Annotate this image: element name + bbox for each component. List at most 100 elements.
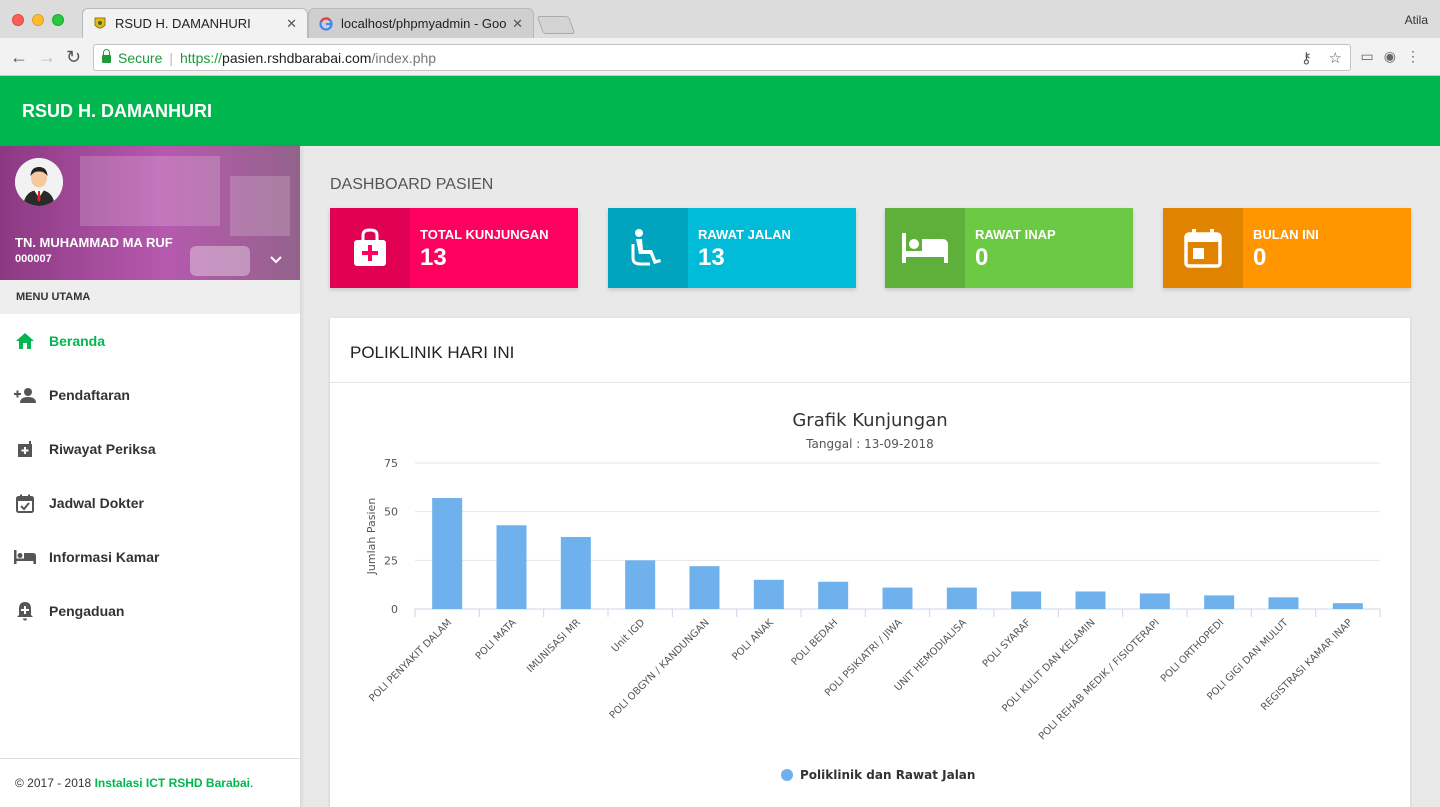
tab-close-icon[interactable]: ✕	[286, 16, 297, 32]
info-box-label: BULAN INI	[1253, 227, 1319, 242]
chart-bar	[432, 498, 463, 609]
info-box-value: 13	[698, 244, 725, 271]
hospital-favicon-icon	[93, 17, 107, 31]
person-add-icon	[14, 384, 36, 406]
sidebar-footer: © 2017 - 2018 Instalasi ICT RSHD Barabai…	[0, 758, 300, 807]
wheelchair-icon	[608, 208, 688, 288]
app-header: RSUD H. DAMANHURI	[0, 76, 1440, 146]
sidebar-item-informasi-kamar[interactable]: Informasi Kamar	[0, 530, 300, 584]
tab-title: RSUD H. DAMANHURI	[115, 16, 251, 31]
info-box-value: 13	[420, 244, 447, 271]
info-box-rawat-jalan[interactable]: RAWAT JALAN 13	[608, 208, 856, 288]
chart-bar	[1139, 593, 1170, 609]
x-tick-label: POLI PENYAKIT DALAM	[367, 617, 454, 704]
sidebar-item-jadwal-dokter[interactable]: Jadwal Dokter	[0, 476, 300, 530]
x-tick-label: POLI MATA	[474, 617, 519, 662]
chart-bar	[1204, 595, 1235, 609]
alarm-add-icon	[14, 600, 36, 622]
x-tick-label: POLI BEDAH	[790, 617, 841, 668]
x-tick-label: Unit IGD	[610, 617, 648, 655]
chart-bar	[689, 566, 720, 609]
home-icon	[14, 330, 36, 352]
chart-bar	[753, 579, 784, 609]
y-tick-label: 75	[384, 457, 398, 470]
x-tick-label: POLI ORTHOPEDI	[1159, 617, 1226, 684]
chart-bar	[1332, 603, 1363, 609]
divider: |	[169, 49, 173, 66]
legend-marker	[781, 769, 793, 781]
y-tick-label: 25	[384, 554, 398, 567]
tab-close-icon[interactable]: ✕	[512, 16, 523, 32]
camera-icon[interactable]: ◉	[1384, 48, 1406, 64]
footer-link[interactable]: Instalasi ICT RSHD Barabai	[95, 776, 250, 790]
sidebar-item-label: Pengaduan	[49, 603, 125, 619]
info-box-total-kunjungan[interactable]: TOTAL KUNJUNGAN 13	[330, 208, 578, 288]
url-scheme: https://	[180, 49, 223, 66]
tab-title: localhost/phpmyadmin - Google	[341, 16, 507, 31]
sidebar-item-label: Riwayat Periksa	[49, 441, 156, 457]
cast-icon[interactable]: ▭	[1361, 48, 1384, 64]
browser-tab-rsud[interactable]: RSUD H. DAMANHURI ✕	[82, 8, 308, 38]
sidebar-item-riwayat-periksa[interactable]: Riwayat Periksa	[0, 422, 300, 476]
secure-label: Secure	[118, 49, 163, 66]
browser-tab-phpmyadmin[interactable]: localhost/phpmyadmin - Google ✕	[308, 8, 534, 38]
forward-arrow-icon[interactable]: →	[38, 47, 56, 67]
info-box-value: 0	[975, 244, 989, 271]
background-building	[80, 156, 220, 226]
sidebar-item-pendaftaran[interactable]: Pendaftaran	[0, 368, 300, 422]
browser-tabstrip: RSUD H. DAMANHURI ✕ localhost/phpmyadmin…	[0, 0, 1440, 38]
sidebar-item-label: Informasi Kamar	[49, 549, 160, 565]
user-name: TN. MUHAMMAD MA RUF	[15, 235, 173, 250]
address-bar[interactable]: Secure | https://pasien.rshdbarabai.com /…	[93, 44, 1351, 71]
key-icon[interactable]: ⚷	[1301, 50, 1312, 67]
omnibox-actions: ⚷ ☆	[1301, 49, 1342, 67]
chevron-down-icon[interactable]	[268, 252, 284, 268]
background-vehicle	[190, 246, 250, 276]
calendar-icon	[1163, 208, 1243, 288]
chart-bar	[496, 525, 527, 609]
medical-bag-icon	[330, 208, 410, 288]
background-building	[230, 176, 290, 236]
y-tick-label: 50	[384, 506, 398, 519]
bed-icon	[14, 546, 36, 568]
bookmark-star-icon[interactable]: ☆	[1329, 50, 1342, 67]
chart-bar	[1075, 591, 1106, 609]
sidebar-item-label: Beranda	[49, 333, 106, 349]
avatar	[15, 158, 63, 206]
y-axis-label: Jumlah Pasien	[365, 498, 378, 576]
poliklinik-card: POLIKLINIK HARI INI Grafik Kunjungan Tang…	[330, 318, 1410, 807]
chart-bar	[818, 581, 849, 609]
google-favicon-icon	[319, 16, 333, 31]
sidebar-item-pengaduan[interactable]: Pengaduan	[0, 584, 300, 638]
x-tick-label: POLI ANAK	[730, 617, 776, 663]
visit-bar-chart: Grafik Kunjungan Tanggal : 13-09-2018 0 25 5…	[365, 410, 1381, 782]
browser-profile-name[interactable]: Atila	[1405, 13, 1428, 27]
sidebar-item-beranda[interactable]: Beranda	[0, 314, 300, 368]
info-box-label: TOTAL KUNJUNGAN	[420, 227, 549, 242]
footer-copyright: © 2017 - 2018	[15, 776, 95, 790]
url-host: pasien.rshdbarabai.com	[222, 49, 372, 66]
info-box-bulan-ini[interactable]: BULAN INI 0	[1163, 208, 1411, 288]
back-arrow-icon[interactable]: ←	[10, 47, 28, 67]
hotel-bed-icon	[885, 208, 965, 288]
info-box-value: 0	[1253, 244, 1267, 271]
user-info-panel: TN. MUHAMMAD MA RUF 000007	[0, 146, 300, 280]
sidebar-item-label: Jadwal Dokter	[49, 495, 144, 511]
minimize-window-button[interactable]	[32, 14, 44, 26]
user-id: 000007	[15, 253, 52, 265]
chart-bar	[946, 587, 977, 609]
chart-bar	[560, 536, 591, 609]
maximize-window-button[interactable]	[52, 14, 64, 26]
x-tick-label: IMUNISASI MR	[525, 617, 583, 675]
app-title[interactable]: RSUD H. DAMANHURI	[22, 101, 212, 122]
sidebar-item-label: Pendaftaran	[49, 387, 130, 403]
reload-icon[interactable]: ↻	[66, 47, 81, 67]
lock-icon	[102, 49, 111, 63]
card-title: POLIKLINIK HARI INI	[350, 343, 515, 362]
close-window-button[interactable]	[12, 14, 24, 26]
info-box-rawat-inap[interactable]: RAWAT INAP 0	[885, 208, 1133, 288]
page-title: DASHBOARD PASIEN	[330, 176, 494, 193]
x-tick-label: POLI REHAB MEDIK / FISIOTERAPI	[1037, 617, 1162, 742]
new-tab-button[interactable]	[536, 16, 576, 34]
menu-dots-icon[interactable]: ⋮	[1406, 48, 1430, 64]
